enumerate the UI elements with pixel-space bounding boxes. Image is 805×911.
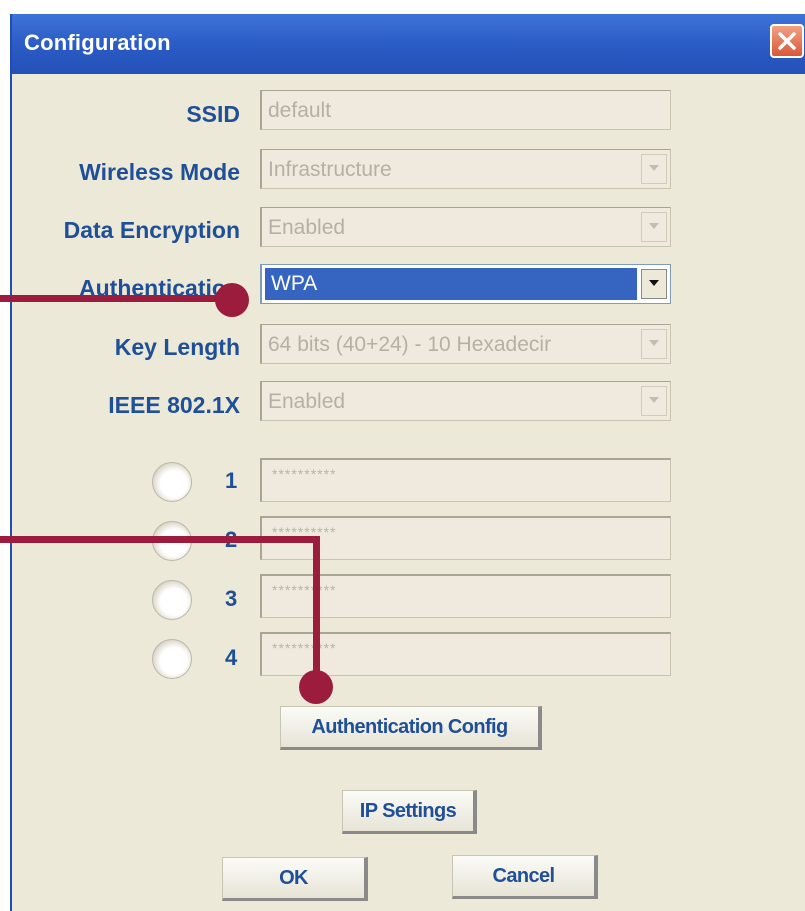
ok-button[interactable]: OK — [222, 857, 368, 901]
data-encryption-value: Enabled — [268, 216, 346, 239]
key-3-input[interactable]: ********** — [260, 574, 671, 618]
data-encryption-select[interactable]: Enabled — [260, 207, 671, 247]
wireless-mode-dropdown-button[interactable] — [641, 154, 667, 184]
configuration-dialog: Configuration SSID default Wireless Mode… — [10, 14, 805, 911]
authentication-dropdown-button[interactable] — [641, 269, 667, 299]
title-bar[interactable]: Configuration — [12, 14, 805, 74]
auth-config-callout-line-horizontal — [0, 536, 320, 543]
auth-config-callout-line-vertical — [313, 536, 320, 686]
ieee8021x-value: Enabled — [268, 390, 346, 413]
authentication-callout-line — [0, 295, 232, 302]
key-1-input[interactable]: ********** — [260, 458, 671, 502]
key-2-input[interactable]: ********** — [260, 516, 671, 560]
authentication-config-button[interactable]: Authentication Config — [280, 706, 542, 750]
ieee8021x-select[interactable]: Enabled — [260, 381, 671, 421]
data-encryption-dropdown-button[interactable] — [641, 212, 667, 242]
key-3-number: 3 — [225, 586, 238, 611]
ip-settings-button[interactable]: IP Settings — [342, 790, 477, 834]
authentication-value: WPA — [265, 268, 637, 300]
key-length-label: Key Length — [114, 334, 240, 360]
key-length-select[interactable]: 64 bits (40+24) - 10 Hexadecir — [260, 324, 671, 364]
window-title: Configuration — [24, 30, 171, 55]
wireless-mode-value: Infrastructure — [268, 158, 392, 181]
ssid-value: default — [268, 99, 332, 122]
wireless-mode-select[interactable]: Infrastructure — [260, 149, 671, 189]
key-3-radio[interactable] — [152, 580, 192, 620]
data-encryption-label: Data Encryption — [63, 217, 240, 243]
chevron-down-icon — [649, 340, 659, 346]
authentication-callout-dot — [215, 283, 249, 317]
cancel-button[interactable]: Cancel — [452, 855, 598, 899]
chevron-down-icon — [649, 165, 659, 171]
ssid-label: SSID — [186, 101, 240, 127]
chevron-down-icon — [649, 280, 659, 286]
key-4-input[interactable]: ********** — [260, 632, 671, 676]
key-1-number: 1 — [225, 468, 238, 493]
key-length-value: 64 bits (40+24) - 10 Hexadecir — [268, 333, 552, 356]
chevron-down-icon — [649, 223, 659, 229]
ieee8021x-dropdown-button[interactable] — [641, 386, 667, 416]
close-icon — [778, 32, 796, 50]
key-1-radio[interactable] — [152, 462, 192, 502]
close-button[interactable] — [770, 24, 804, 58]
ssid-field[interactable]: default — [260, 90, 671, 130]
key-4-number: 4 — [225, 645, 238, 670]
ieee8021x-label: IEEE 802.1X — [108, 392, 240, 418]
wireless-mode-label: Wireless Mode — [79, 159, 240, 185]
key-length-dropdown-button[interactable] — [641, 329, 667, 359]
chevron-down-icon — [649, 397, 659, 403]
authentication-select[interactable]: WPA — [260, 264, 671, 304]
auth-config-callout-dot — [299, 670, 333, 704]
key-4-radio[interactable] — [152, 639, 192, 679]
